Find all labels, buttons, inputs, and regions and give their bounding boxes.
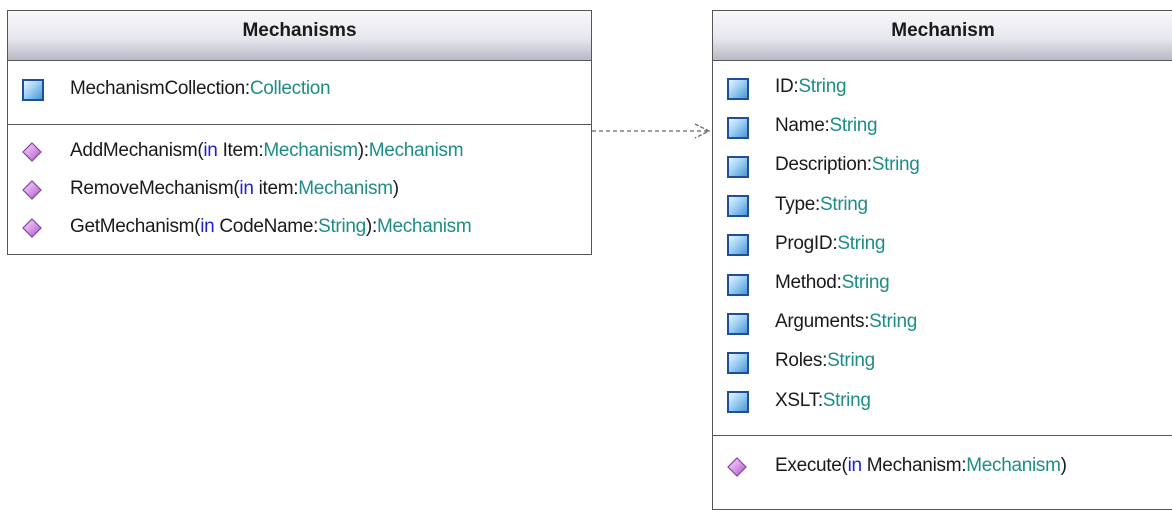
class-mechanism[interactable]: Mechanism ID:String Name:String Descriptio… <box>712 10 1172 510</box>
attribute-row[interactable]: ProgID:String <box>713 226 1172 265</box>
attribute-type: String <box>841 271 890 293</box>
attribute-text: Arguments:String <box>775 311 917 333</box>
attribute-text: Description:String <box>775 154 920 176</box>
attribute-icon <box>727 273 749 296</box>
attribute-text: XSLT:String <box>775 390 871 412</box>
attribute-row[interactable]: Arguments:String <box>713 304 1172 343</box>
operation-name: Execute( <box>775 455 848 476</box>
attribute-icon <box>727 391 749 414</box>
class-mechanism-attributes: ID:String Name:String Description:String Ty… <box>713 61 1172 436</box>
attribute-type: String <box>837 232 886 254</box>
operation-text: Execute(in Mechanism:Mechanism) <box>775 455 1067 477</box>
attribute-row[interactable]: XSLT:String <box>713 383 1172 422</box>
attribute-name: ID <box>775 76 794 97</box>
attribute-name: Description <box>775 154 867 176</box>
attribute-type: String <box>871 154 920 176</box>
class-mechanism-operations: Execute(in Mechanism:Mechanism) <box>713 436 1172 486</box>
class-mechanism-title: Mechanism <box>713 11 1172 61</box>
attribute-name: Method <box>775 271 837 293</box>
attribute-type: String <box>822 389 871 411</box>
attribute-name: ProgID <box>775 232 833 254</box>
operation-row[interactable]: Execute(in Mechanism:Mechanism) <box>713 448 1172 486</box>
attribute-text: ID:String <box>775 76 847 98</box>
attribute-text: Name:String <box>775 115 878 137</box>
attribute-icon <box>727 155 749 178</box>
attribute-row[interactable]: Method:String <box>713 265 1172 304</box>
attribute-text: Roles:String <box>775 350 875 372</box>
param-direction: in <box>847 455 863 476</box>
attribute-icon <box>727 195 749 218</box>
attribute-icon <box>727 312 749 335</box>
attribute-row[interactable]: Roles:String <box>713 343 1172 382</box>
attribute-text: Method:String <box>775 271 890 294</box>
attribute-row[interactable]: Name:String <box>713 108 1172 147</box>
attribute-type: String <box>798 76 847 97</box>
attribute-name: Type <box>775 193 815 215</box>
attribute-name: Name <box>775 115 825 137</box>
attribute-row[interactable]: Description:String <box>713 147 1172 186</box>
attribute-name: Roles <box>775 350 823 372</box>
attribute-icon <box>727 234 749 257</box>
attribute-icon <box>727 116 749 139</box>
operation-close: ) <box>1060 455 1067 476</box>
attribute-icon <box>727 351 749 374</box>
attribute-type: String <box>827 350 875 372</box>
attribute-type: String <box>819 193 868 215</box>
attribute-text: Type:String <box>775 194 868 216</box>
attribute-name: Arguments <box>775 311 865 333</box>
attribute-type: String <box>869 311 918 333</box>
param-name: Mechanism: <box>861 455 967 476</box>
param-type: Mechanism <box>966 455 1061 476</box>
attribute-type: String <box>829 115 878 137</box>
operation-icon <box>727 457 747 477</box>
attribute-icon <box>727 77 749 100</box>
attribute-row[interactable]: Type:String <box>713 187 1172 226</box>
attribute-text: ProgID:String <box>775 233 885 255</box>
attribute-name: XSLT <box>775 389 818 411</box>
attribute-row[interactable]: ID:String <box>713 69 1172 108</box>
